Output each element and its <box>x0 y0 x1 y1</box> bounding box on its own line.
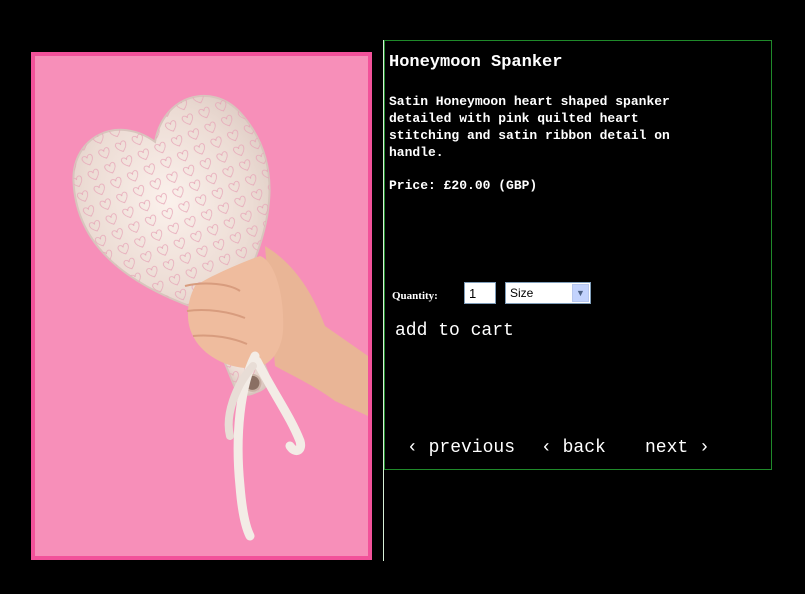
product-details-panel: Honeymoon Spanker Satin Honeymoon heart … <box>384 40 772 470</box>
product-price: Price: £20.00 (GBP) <box>389 178 538 193</box>
previous-link[interactable]: ‹ previous <box>407 438 515 458</box>
product-title: Honeymoon Spanker <box>389 53 563 72</box>
product-image <box>35 56 368 556</box>
add-to-cart-link[interactable]: add to cart <box>395 321 514 341</box>
product-image-frame <box>31 52 372 560</box>
next-link[interactable]: next › <box>645 438 710 458</box>
size-select[interactable]: Size ▼ <box>505 282 591 304</box>
product-photo-illustration <box>72 94 368 541</box>
quantity-input[interactable] <box>464 282 496 304</box>
quantity-label: Quantity: <box>392 290 438 302</box>
chevron-down-icon[interactable]: ▼ <box>572 284 589 302</box>
back-link[interactable]: ‹ back <box>541 438 606 458</box>
product-description: Satin Honeymoon heart shaped spanker det… <box>389 94 670 160</box>
size-select-value: Size <box>510 286 534 300</box>
